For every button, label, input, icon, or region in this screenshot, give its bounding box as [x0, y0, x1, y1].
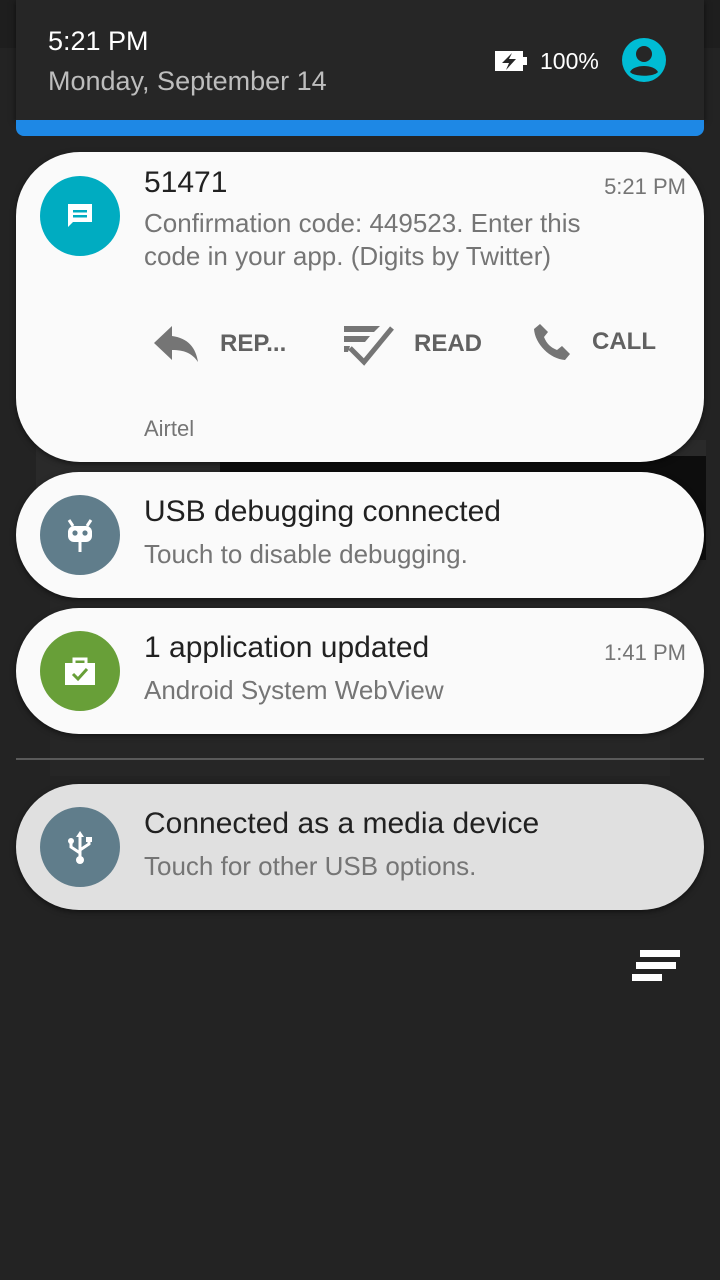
notification-app-icon [40, 176, 120, 256]
notification-footer: Airtel [144, 416, 195, 441]
read-label: READ [414, 330, 483, 357]
call-label: CALL [592, 328, 656, 355]
media-device-notification[interactable]: Connected as a media device Touch for ot… [16, 784, 704, 910]
call-button[interactable]: CALL [532, 322, 656, 362]
notification-text-line2: code in your app. (Digits by Twitter) [144, 241, 552, 271]
notification-text: Touch to disable debugging. [144, 539, 468, 569]
notification-app-icon [40, 495, 120, 575]
header-accent-bar [16, 120, 704, 136]
clock-time: 5:21 PM [48, 26, 149, 56]
notification-title: Connected as a media device [144, 807, 540, 840]
notification-app-icon [40, 631, 120, 711]
reply-label: REP... [220, 330, 287, 357]
notification-app-icon [40, 807, 120, 887]
notification-divider [16, 758, 704, 760]
notification-title: USB debugging connected [144, 495, 501, 528]
notification-time: 5:21 PM [604, 174, 686, 199]
notification-text: Android System WebView [144, 675, 444, 705]
android-debug-icon [67, 519, 93, 552]
notification-title: 1 application updated [144, 631, 430, 664]
date-label[interactable]: Monday, September 14 [48, 66, 327, 97]
mark-read-button[interactable]: READ [342, 322, 482, 366]
phone-icon [534, 324, 570, 360]
reply-button[interactable]: REP... [152, 322, 286, 366]
shopping-bag-check-icon [65, 657, 95, 685]
clear-all-icon[interactable] [628, 948, 684, 986]
sms-notification[interactable]: 51471 5:21 PM Confirmation code: 449523.… [16, 152, 704, 462]
mark-read-icon [344, 326, 394, 366]
status-header[interactable]: 5:21 PM Monday, September 14 100% [16, 0, 704, 120]
app-updated-notification[interactable]: 1 application updated 1:41 PM Android Sy… [16, 608, 704, 734]
battery-charging-icon [495, 51, 527, 71]
notification-text-line1: Confirmation code: 449523. Enter this [144, 208, 581, 238]
usb-debugging-notification[interactable]: USB debugging connected Touch to disable… [16, 472, 704, 598]
notification-time: 1:41 PM [604, 640, 686, 665]
account-circle-icon[interactable] [620, 36, 668, 84]
reply-icon [154, 326, 198, 362]
notification-title: 51471 [144, 166, 228, 199]
battery-percentage: 100% [540, 48, 599, 74]
usb-icon [68, 831, 92, 864]
notification-text: Touch for other USB options. [144, 851, 477, 881]
message-icon [68, 204, 92, 227]
